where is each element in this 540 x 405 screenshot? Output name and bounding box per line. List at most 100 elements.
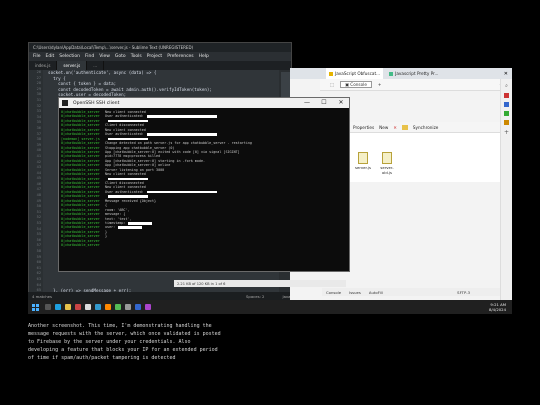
terminal-line: 0|chatbubble_server <box>61 243 347 247</box>
log-message: User authenticated: <box>105 132 144 137</box>
console-label: Console <box>350 82 367 87</box>
drawer-tab-autofill[interactable]: AutoFill <box>369 290 383 295</box>
drawer-tab-issues[interactable]: Issues <box>349 290 361 295</box>
app-icon[interactable] <box>504 102 509 107</box>
app-icon[interactable] <box>504 120 509 125</box>
terminal-output[interactable]: 0|chatbubble_server New client connected 0… <box>61 110 347 270</box>
start-icon[interactable] <box>32 303 39 311</box>
app-icon[interactable] <box>75 304 81 310</box>
log-message: User authenticated: <box>105 189 144 194</box>
file-item[interactable]: server-old.js <box>376 152 398 175</box>
terminal-icon[interactable] <box>85 304 91 310</box>
delete-icon[interactable]: ✕ <box>393 125 397 130</box>
menu-item-edit[interactable]: Edit <box>46 54 55 59</box>
tab-favicon-icon <box>329 71 333 76</box>
editor-tab[interactable]: ... <box>87 61 105 70</box>
browser-tab-bar: JavaScript Obfuscat... Javascript Pretty… <box>290 68 512 79</box>
redacted-block <box>108 177 148 181</box>
log-message: User authenticated: <box>105 114 144 119</box>
redacted-block <box>128 221 153 225</box>
menu-item-help[interactable]: Help <box>199 54 209 59</box>
devtools-drawer: Console Issues AutoFill SFTP-3 <box>322 288 500 296</box>
minimize-icon[interactable]: — <box>299 98 315 108</box>
app-icon[interactable] <box>115 304 121 310</box>
search-icon[interactable]: ⌕ <box>501 83 512 89</box>
js-file-icon <box>358 152 368 164</box>
ssh-title: OpenSSH SSH client <box>73 100 120 106</box>
redacted-block <box>146 133 217 136</box>
folder-icon[interactable] <box>401 124 408 130</box>
js-file-icon <box>382 152 392 164</box>
maximize-icon[interactable]: ☐ <box>316 98 332 108</box>
sublime-icon[interactable] <box>105 304 111 310</box>
log-message: Message received {Object} <box>105 198 157 203</box>
tab-label: Javascript Pretty Pr... <box>395 71 439 76</box>
menu-item-find[interactable]: Find <box>85 54 94 59</box>
new-button[interactable]: New <box>379 125 388 130</box>
tab-label: JavaScript Obfuscat... <box>335 71 381 76</box>
close-window-icon[interactable]: ✕ <box>504 71 508 77</box>
menu-item-goto[interactable]: Goto <box>115 54 126 59</box>
ssh-title-bar: OpenSSH SSH client — ☐ ✕ <box>59 98 349 108</box>
browser-tab[interactable]: JavaScript Obfuscat... <box>326 68 384 79</box>
sublime-tab-bar: index.js server.js... <box>29 61 291 70</box>
ssh-terminal-window: OpenSSH SSH client — ☐ ✕ 0|chatbubble_se… <box>58 97 350 272</box>
app-icon[interactable] <box>95 304 101 310</box>
process-tag: 0|chatbubble_server <box>61 243 100 248</box>
windows-taskbar: 9:21 AM 8/4/2024 <box>28 300 512 314</box>
add-icon[interactable]: + <box>501 129 512 136</box>
status-spaces[interactable]: Spaces: 2 <box>246 294 264 299</box>
log-message: } <box>105 234 108 239</box>
editor-tab[interactable]: server.js <box>57 61 88 70</box>
synchronize-button[interactable]: Synchronize <box>413 125 439 130</box>
transfer-status: 2.21 KB of 120 KB in 1 of 6 <box>174 280 346 287</box>
edge-icon[interactable] <box>55 304 61 310</box>
line-number-gutter: 26 27 28 29 30 31 32 33 34 35 36 37 38 39 40 41 42 43 44 45… <box>29 70 43 293</box>
close-icon[interactable]: ✕ <box>333 98 349 108</box>
properties-button[interactable]: Properties <box>353 125 374 130</box>
menu-item-view[interactable]: View <box>99 54 110 59</box>
menu-item-selection[interactable]: Selection <box>59 54 80 59</box>
extensions-icon[interactable] <box>504 93 509 98</box>
console-tab[interactable]: ▣ Console <box>339 81 372 88</box>
app-icon[interactable] <box>504 111 509 116</box>
redacted-block <box>146 190 217 194</box>
inspect-icon[interactable]: ⬚ <box>330 82 334 87</box>
redacted-block <box>118 226 143 229</box>
sftp-label: SFTP-3 <box>457 289 470 295</box>
explorer-toolbar: Properties New ✕ Synchronize <box>350 122 500 133</box>
tab-favicon-icon <box>389 71 394 76</box>
menu-item-project[interactable]: Project <box>147 54 162 59</box>
sublime-status-bar: 4 matches <box>28 292 176 300</box>
window-title: C:\Users\dylan\AppData\Local\Temp\...\se… <box>33 45 194 50</box>
editor-tab[interactable]: index.js <box>29 61 58 70</box>
clock-date: 8/4/2024 <box>488 307 506 312</box>
drawer-tab-console[interactable]: Console <box>326 290 341 295</box>
file-name: server.js <box>355 165 371 170</box>
search-icon[interactable] <box>45 304 51 310</box>
redacted-block <box>108 119 148 123</box>
devtools-toolbar: ⬚ ▣ Console + ⋯ ? ✕ <box>320 79 512 91</box>
sublime-menu-bar: File Edit Selection Find View Goto Tools Projec… <box>29 52 291 61</box>
explorer-icon[interactable] <box>65 304 71 310</box>
redacted-block <box>108 137 148 141</box>
add-tab-icon[interactable]: + <box>378 82 382 87</box>
redacted-block <box>108 195 148 198</box>
menu-item-preferences[interactable]: Preferences <box>167 54 193 59</box>
app-icon[interactable] <box>135 304 141 310</box>
transfer-size: 2.21 KB of 120 KB in 1 of 6 <box>177 281 226 286</box>
file-item[interactable]: server.js <box>352 152 374 170</box>
menu-item-file[interactable]: File <box>33 54 41 59</box>
app-icon[interactable] <box>145 304 151 310</box>
clock[interactable]: 9:21 AM 8/4/2024 <box>489 302 506 312</box>
browser-tab[interactable]: Javascript Pretty Pr... <box>386 68 441 79</box>
menu-item-tools[interactable]: Tools <box>131 54 142 59</box>
terminal-icon <box>62 100 68 106</box>
redacted-block <box>146 115 217 119</box>
app-icon[interactable] <box>125 304 131 310</box>
sublime-title-bar: C:\Users\dylan\AppData\Local\Temp\...\se… <box>29 43 291 52</box>
file-name: server-old.js <box>380 165 394 175</box>
status-matches: 4 matches <box>32 293 52 299</box>
caption-text: Another screenshot. This time, I'm demon… <box>28 323 221 361</box>
log-message: New client connected <box>105 172 146 177</box>
